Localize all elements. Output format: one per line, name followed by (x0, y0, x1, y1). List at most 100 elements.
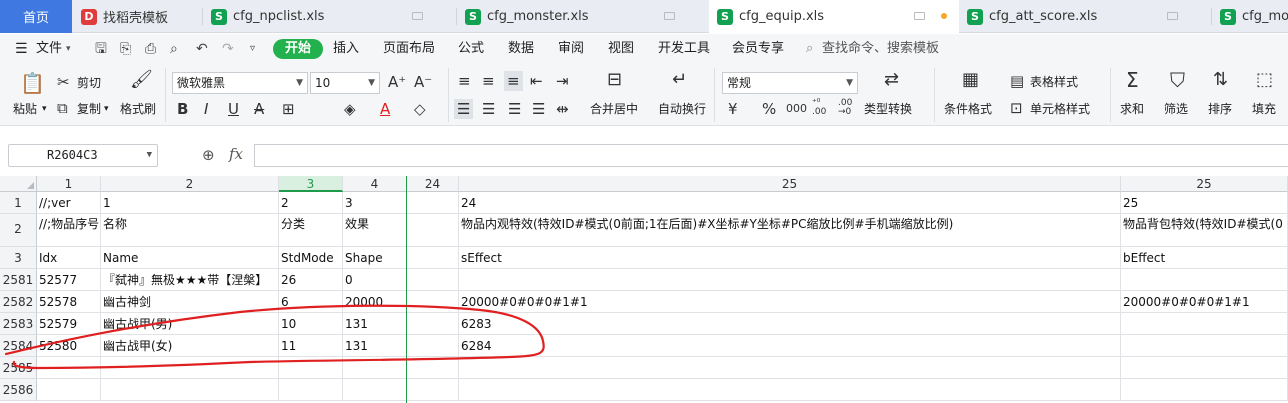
sum-icon[interactable]: Σ (1126, 70, 1139, 90)
tab-home[interactable]: 首页 (0, 0, 72, 33)
grid-cell[interactable]: 52578 (37, 291, 101, 313)
grid-cell[interactable] (407, 335, 459, 357)
merge-center-button[interactable]: 合并居中 (590, 102, 638, 116)
grid-cell[interactable]: //;物品序号 (37, 214, 101, 247)
cell-style-button[interactable]: 单元格样式 (1030, 102, 1090, 116)
chevron-down-icon[interactable]: ▾ (66, 34, 71, 64)
menu-member[interactable]: 会员专享 (732, 34, 784, 64)
grid-cell[interactable] (407, 379, 459, 401)
grid-cell[interactable]: StdMode (279, 247, 343, 269)
tab-cfg-equip[interactable]: S cfg_equip.xls (709, 0, 959, 33)
menu-formulas[interactable]: 公式 (458, 34, 484, 64)
grid-cell[interactable]: Name (101, 247, 279, 269)
export-icon[interactable]: ⎘ (120, 42, 131, 56)
grid-cell[interactable]: 名称 (101, 214, 279, 247)
print-preview-icon[interactable]: ⌕ (170, 42, 178, 56)
align-top-icon[interactable]: ≡ (458, 73, 471, 89)
bold-icon[interactable]: B (177, 101, 188, 117)
grid-cell[interactable] (407, 214, 459, 247)
grid-cell[interactable] (343, 357, 407, 379)
grid-cell[interactable]: 20000#0#0#0#1#1 (1121, 291, 1288, 313)
grid-cell[interactable]: 0 (343, 269, 407, 291)
decrease-font-icon[interactable]: A⁻ (414, 74, 432, 90)
tab-cfg-monster[interactable]: S cfg_monster.xls (457, 0, 709, 33)
sum-button[interactable]: 求和 (1120, 102, 1144, 116)
fill-color-icon[interactable]: ◈ (344, 101, 356, 117)
grid-cell[interactable] (101, 379, 279, 401)
increase-indent-icon[interactable]: ⇥ (556, 73, 569, 89)
menu-data[interactable]: 数据 (508, 34, 534, 64)
copy-icon[interactable]: ⧉ (57, 100, 68, 116)
tab-docer[interactable]: D 找稻壳模板 (73, 0, 203, 33)
number-format-select[interactable]: 常规 ▼ (722, 72, 858, 94)
column-header[interactable]: 25 (459, 176, 1121, 192)
border-icon[interactable]: ⊞ (282, 101, 295, 117)
grid-cell[interactable]: 6 (279, 291, 343, 313)
chevron-down-icon[interactable]: ▾ (104, 102, 109, 116)
tab-cfg-npclist[interactable]: S cfg_npclist.xls (203, 0, 457, 33)
row-header[interactable]: 2 (0, 214, 37, 247)
table-style-button[interactable]: 表格样式 (1030, 75, 1078, 89)
grid-cell[interactable] (343, 379, 407, 401)
grid-cell[interactable]: 6283 (459, 313, 1121, 335)
row-header[interactable]: 2584 (0, 335, 37, 357)
grid-cell[interactable]: 24 (459, 192, 1121, 214)
grid-cell[interactable] (459, 357, 1121, 379)
type-convert-button[interactable]: 类型转换 (864, 102, 912, 116)
grid-cell[interactable]: //;ver (37, 192, 101, 214)
grid-cell[interactable]: 幽古神剑 (101, 291, 279, 313)
grid-cell[interactable]: 10 (279, 313, 343, 335)
column-header[interactable]: 25 (1121, 176, 1288, 192)
grid-cell[interactable]: 52577 (37, 269, 101, 291)
font-name-select[interactable]: 微软雅黑 ▼ (172, 72, 308, 94)
row-header[interactable]: 2581 (0, 269, 37, 291)
align-middle-icon[interactable]: ≡ (482, 73, 495, 89)
align-left-icon[interactable]: ☰ (454, 99, 474, 119)
wrap-text-icon[interactable]: ↵ (672, 71, 687, 89)
grid-cell[interactable]: 26 (279, 269, 343, 291)
grid-cell[interactable]: 物品内观特效(特效ID#模式(0前面;1在后面)#X坐标#Y坐标#PC缩放比例#… (459, 214, 1121, 247)
align-bottom-icon[interactable]: ≡ (504, 71, 523, 91)
grid-cell[interactable]: 11 (279, 335, 343, 357)
more-icon[interactable]: ▿ (250, 42, 255, 56)
font-size-select[interactable]: 10 ▼ (310, 72, 380, 94)
paste-button[interactable]: 粘贴 (13, 102, 37, 116)
grid-cell[interactable] (1121, 313, 1288, 335)
row-header[interactable]: 2586 (0, 379, 37, 401)
align-right-icon[interactable]: ☰ (508, 101, 521, 117)
decrease-indent-icon[interactable]: ⇤ (530, 73, 543, 89)
cell-style-icon[interactable]: ⊡ (1010, 100, 1023, 116)
increase-font-icon[interactable]: A⁺ (388, 74, 406, 90)
grid-cell[interactable] (407, 247, 459, 269)
conditional-format-button[interactable]: 条件格式 (944, 102, 992, 116)
grid-cell[interactable] (407, 192, 459, 214)
thousands-icon[interactable]: 000 (786, 101, 807, 117)
format-painter-button[interactable]: 格式刷 (120, 102, 156, 116)
grid-cell[interactable] (459, 379, 1121, 401)
grid-cell[interactable] (37, 379, 101, 401)
table-style-icon[interactable]: ▤ (1010, 73, 1024, 89)
save-icon[interactable]: 🖫 (95, 42, 107, 56)
grid-cell[interactable]: 131 (343, 335, 407, 357)
font-color-icon[interactable]: A (380, 101, 390, 117)
grid-cell[interactable]: 3 (343, 192, 407, 214)
row-header[interactable]: 2582 (0, 291, 37, 313)
grid-cell[interactable] (1121, 379, 1288, 401)
decrease-decimal-icon[interactable]: .00 →0 (838, 99, 852, 117)
grid-cell[interactable] (459, 269, 1121, 291)
menu-view[interactable]: 视图 (608, 34, 634, 64)
select-all-corner[interactable] (0, 176, 37, 192)
grid-cell[interactable] (279, 379, 343, 401)
filter-button[interactable]: 筛选 (1164, 102, 1188, 116)
grid-cell[interactable]: 52580 (37, 335, 101, 357)
fill-icon[interactable]: ⬚ (1256, 71, 1273, 89)
column-header[interactable]: 4 (343, 176, 407, 192)
name-box[interactable]: R2604C3 ▼ (8, 144, 158, 167)
sort-icon[interactable]: ⇅ (1213, 71, 1228, 89)
column-header[interactable]: 2 (101, 176, 279, 192)
row-header[interactable]: 1 (0, 192, 37, 214)
row-header[interactable]: 2585 (0, 357, 37, 379)
grid-cell[interactable]: bEffect (1121, 247, 1288, 269)
column-header[interactable]: 24 (407, 176, 459, 192)
paste-icon[interactable]: 📋 (20, 72, 45, 94)
